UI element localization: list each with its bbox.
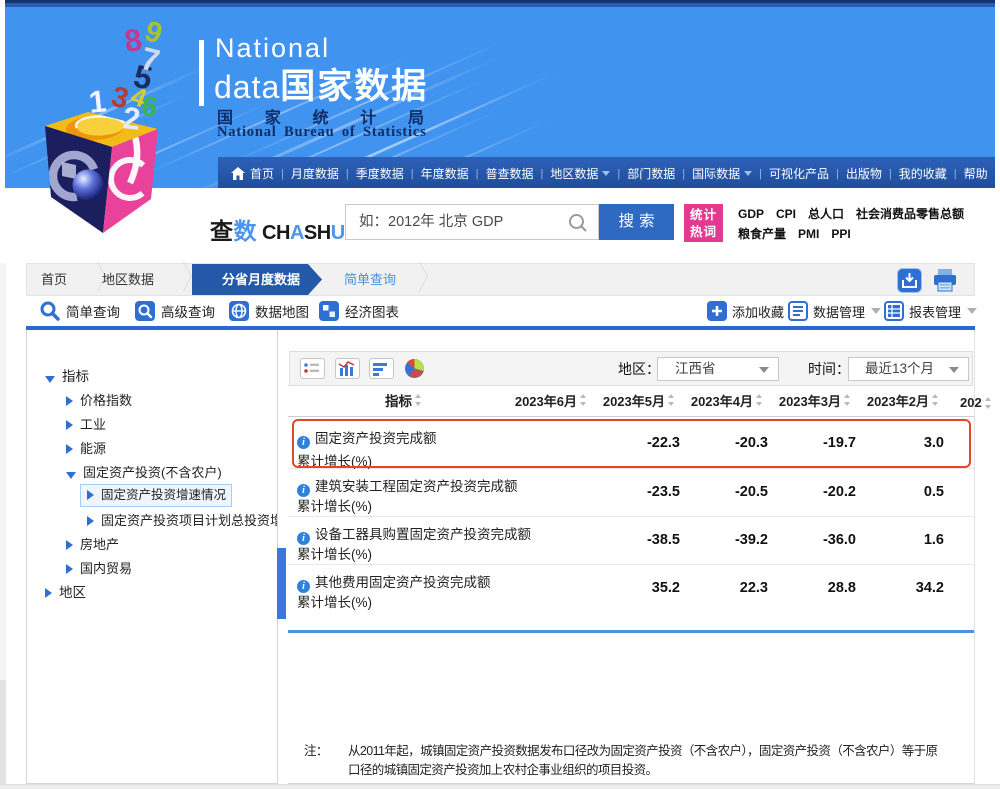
svg-text:2: 2 xyxy=(121,100,142,137)
svg-text:8: 8 xyxy=(122,22,144,59)
svg-text:1: 1 xyxy=(87,83,108,120)
